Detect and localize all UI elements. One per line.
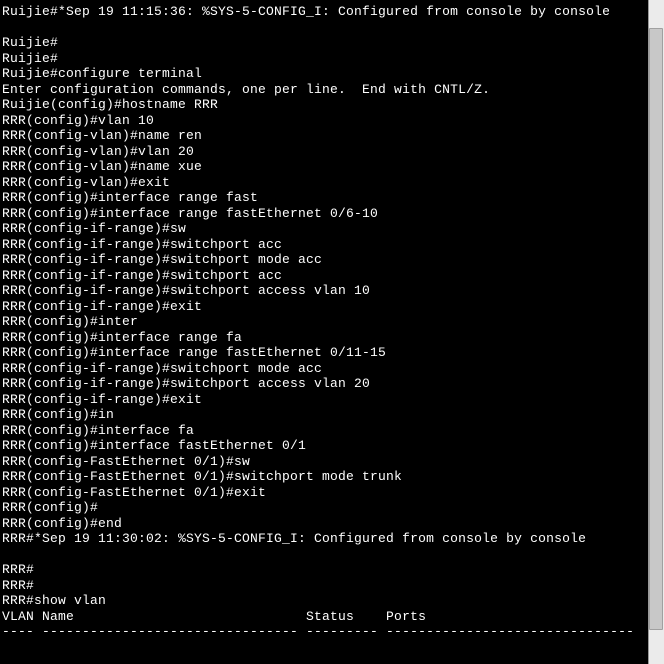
terminal-line: RRR(config)#in: [2, 407, 648, 423]
terminal-line: RRR#*Sep 19 11:30:02: %SYS-5-CONFIG_I: C…: [2, 531, 648, 547]
terminal-line: RRR(config-if-range)#switchport acc: [2, 268, 648, 284]
terminal-line: RRR(config-vlan)#vlan 20: [2, 144, 648, 160]
terminal-line: Ruijie#*Sep 19 11:15:36: %SYS-5-CONFIG_I…: [2, 4, 648, 20]
terminal-line: RRR(config)#end: [2, 516, 648, 532]
terminal-line: [2, 547, 648, 563]
terminal-line: RRR(config-if-range)#exit: [2, 392, 648, 408]
terminal-line: RRR(config)#interface range fastEthernet…: [2, 345, 648, 361]
terminal-line: Ruijie(config)#hostname RRR: [2, 97, 648, 113]
terminal-line: RRR(config-if-range)#exit: [2, 299, 648, 315]
terminal-line: RRR(config)#interface fastEthernet 0/1: [2, 438, 648, 454]
terminal-line: RRR(config-if-range)#switchport access v…: [2, 376, 648, 392]
terminal-line: RRR#: [2, 578, 648, 594]
terminal-line: RRR(config-vlan)#exit: [2, 175, 648, 191]
terminal-line: RRR(config)#vlan 10: [2, 113, 648, 129]
terminal-line: RRR(config-if-range)#switchport mode acc: [2, 252, 648, 268]
terminal-line: RRR(config)#interface range fa: [2, 330, 648, 346]
terminal-line: RRR(config-vlan)#name ren: [2, 128, 648, 144]
terminal-line: RRR(config)#: [2, 500, 648, 516]
terminal-line: Ruijie#: [2, 35, 648, 51]
terminal-line: RRR#show vlan: [2, 593, 648, 609]
scrollbar-thumb[interactable]: [649, 28, 663, 630]
terminal-line: RRR(config-FastEthernet 0/1)#exit: [2, 485, 648, 501]
terminal-line: RRR(config-vlan)#name xue: [2, 159, 648, 175]
terminal-line: RRR#: [2, 562, 648, 578]
terminal-line: RRR(config)#interface range fast: [2, 190, 648, 206]
terminal-line: RRR(config-if-range)#sw: [2, 221, 648, 237]
terminal-line: RRR(config-FastEthernet 0/1)#sw: [2, 454, 648, 470]
terminal-line: RRR(config-if-range)#switchport access v…: [2, 283, 648, 299]
terminal-line: Ruijie#: [2, 51, 648, 67]
terminal-line: RRR(config-if-range)#switchport acc: [2, 237, 648, 253]
terminal-line: RRR(config-if-range)#switchport mode acc: [2, 361, 648, 377]
terminal-line: RRR(config)#interface fa: [2, 423, 648, 439]
terminal-output[interactable]: Ruijie#*Sep 19 11:15:36: %SYS-5-CONFIG_I…: [0, 0, 650, 664]
terminal-line: [2, 20, 648, 36]
terminal-line: ---- -------------------------------- --…: [2, 624, 648, 640]
terminal-line: Enter configuration commands, one per li…: [2, 82, 648, 98]
terminal-line: RRR(config-FastEthernet 0/1)#switchport …: [2, 469, 648, 485]
scrollbar-track[interactable]: [648, 0, 664, 664]
terminal-line: RRR(config)#interface range fastEthernet…: [2, 206, 648, 222]
terminal-line: Ruijie#configure terminal: [2, 66, 648, 82]
terminal-line: RRR(config)#inter: [2, 314, 648, 330]
terminal-line: VLAN Name Status Ports: [2, 609, 648, 625]
